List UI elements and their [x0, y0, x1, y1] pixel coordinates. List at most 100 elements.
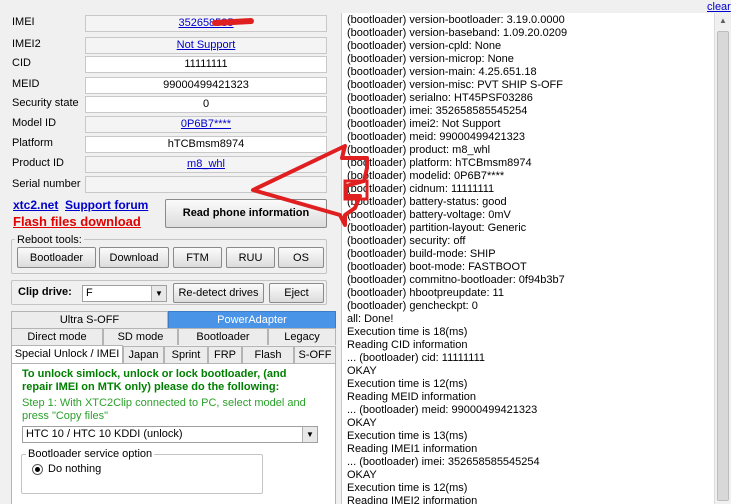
- log-line: Reading IMEI1 information: [347, 443, 478, 455]
- tab-legacy[interactable]: Legacy: [268, 328, 336, 345]
- log-line: (bootloader) build-mode: SHIP: [347, 248, 496, 260]
- cid-value: 11111111: [85, 56, 327, 73]
- tab-sprint[interactable]: Sprint: [164, 346, 208, 363]
- imei2-label: IMEI2: [12, 38, 41, 50]
- do-nothing-radio[interactable]: [32, 464, 43, 475]
- security-label: Security state: [12, 97, 79, 109]
- log-line: OKAY: [347, 365, 377, 377]
- special-unlock-panel: To unlock simlock, unlock or lock bootlo…: [11, 363, 336, 504]
- log-line: Execution time is 12(ms): [347, 482, 468, 494]
- clip-drive-value: F: [86, 287, 93, 299]
- scroll-up-arrow-icon[interactable]: ▲: [715, 13, 731, 29]
- log-scrollbar[interactable]: ▲: [714, 13, 731, 504]
- step1-text: Step 1: With XTC2Clip connected to PC, s…: [22, 397, 306, 422]
- reboot-ruu-button[interactable]: RUU: [226, 247, 275, 268]
- log-line: (bootloader) version-cpld: None: [347, 40, 502, 52]
- imei2-value[interactable]: Not Support: [85, 37, 327, 54]
- log-line: (bootloader) cidnum: 11111111: [347, 183, 495, 195]
- log-output[interactable]: (bootloader) version-bootloader: 3.19.0.…: [341, 13, 714, 504]
- forum-link[interactable]: Support forum: [65, 198, 148, 212]
- reboot-ftm-button[interactable]: FTM: [173, 247, 222, 268]
- imei-label: IMEI: [12, 16, 35, 28]
- log-line: (bootloader) version-misc: PVT SHIP S-OF…: [347, 79, 563, 91]
- redetect-drives-button[interactable]: Re-detect drives: [173, 283, 264, 303]
- site-link[interactable]: xtc2.net: [13, 198, 58, 212]
- log-line: OKAY: [347, 469, 377, 481]
- log-line: (bootloader) version-baseband: 1.09.20.0…: [347, 27, 568, 39]
- service-option-title: Bootloader service option: [26, 448, 155, 460]
- tab-frp[interactable]: FRP: [208, 346, 242, 363]
- log-line: Reading IMEI2 information: [347, 495, 478, 504]
- clip-drive-select[interactable]: F ▼: [82, 285, 167, 302]
- clear-link[interactable]: clear: [707, 1, 731, 13]
- log-line: ... (bootloader) meid: 99000499421323: [347, 404, 538, 416]
- log-line: Reading CID information: [347, 339, 468, 351]
- tab-direct-mode[interactable]: Direct mode: [11, 328, 103, 345]
- log-line: (bootloader) modelid: 0P6B7****: [347, 170, 505, 182]
- reboot-os-button[interactable]: OS: [278, 247, 324, 268]
- log-line: OKAY: [347, 417, 377, 429]
- log-line: ... (bootloader) imei: 352658585545254: [347, 456, 540, 468]
- log-line: (bootloader) battery-voltage: 0mV: [347, 209, 511, 221]
- log-line: (bootloader) boot-mode: FASTBOOT: [347, 261, 527, 273]
- reboot-bootloader-button[interactable]: Bootloader: [17, 247, 96, 268]
- log-line: Execution time is 13(ms): [347, 430, 468, 442]
- model-label: Model ID: [12, 117, 57, 129]
- log-line: (bootloader) version-microp: None: [347, 53, 514, 65]
- security-value: 0: [85, 96, 327, 113]
- tab-s-off[interactable]: S-OFF: [294, 346, 336, 363]
- product-value[interactable]: m8_whl: [85, 156, 327, 173]
- flash-files-link[interactable]: Flash files download: [13, 214, 141, 229]
- log-line: all: Done!: [347, 313, 394, 325]
- tab-special-unlock-imei[interactable]: Special Unlock / IMEI: [11, 345, 123, 364]
- log-line: (bootloader) security: off: [347, 235, 466, 247]
- log-line: (bootloader) version-main: 4.25.651.18: [347, 66, 537, 78]
- product-label: Product ID: [12, 157, 64, 169]
- tab-japan[interactable]: Japan: [123, 346, 164, 363]
- log-line: (bootloader) version-bootloader: 3.19.0.…: [347, 14, 565, 26]
- log-line: Execution time is 18(ms): [347, 326, 468, 338]
- reboot-download-button[interactable]: Download: [99, 247, 169, 268]
- log-line: (bootloader) gencheckpt: 0: [347, 300, 478, 312]
- clip-drive-label: Clip drive:: [18, 286, 72, 298]
- cid-label: CID: [12, 57, 31, 69]
- meid-value: 99000499421323: [85, 77, 327, 94]
- log-line: (bootloader) battery-status: good: [347, 196, 507, 208]
- log-lines: (bootloader) version-bootloader: 3.19.0.…: [342, 13, 714, 504]
- platform-value: hTCBmsm8974: [85, 136, 327, 153]
- platform-label: Platform: [12, 137, 53, 149]
- meid-label: MEID: [12, 78, 40, 90]
- radio-dot: [35, 467, 40, 472]
- instructions-text: To unlock simlock, unlock or lock bootlo…: [22, 368, 287, 393]
- tab-power-adapter[interactable]: PowerAdapter: [168, 311, 336, 328]
- imei-value[interactable]: 352658585: [85, 15, 327, 32]
- chevron-down-icon[interactable]: ▼: [302, 427, 317, 442]
- model-select-value: HTC 10 / HTC 10 KDDI (unlock): [26, 428, 183, 440]
- log-line: (bootloader) product: m8_whl: [347, 144, 491, 156]
- serial-value: [85, 176, 327, 193]
- log-line: Reading MEID information: [347, 391, 477, 403]
- tab-bootloader[interactable]: Bootloader: [178, 328, 268, 345]
- log-line: (bootloader) hbootpreupdate: 11: [347, 287, 504, 299]
- eject-button[interactable]: Eject: [269, 283, 324, 303]
- log-line: (bootloader) commitno-bootloader: 0f94b3…: [347, 274, 565, 286]
- log-line: (bootloader) meid: 99000499421323: [347, 131, 525, 143]
- log-line: (bootloader) platform: hTCBmsm8974: [347, 157, 532, 169]
- log-line: (bootloader) imei: 352658585545254: [347, 105, 528, 117]
- log-line: Execution time is 12(ms): [347, 378, 468, 390]
- read-phone-info-button[interactable]: Read phone information: [165, 199, 327, 228]
- log-line: (bootloader) imei2: Not Support: [347, 118, 501, 130]
- reboot-tools-title: Reboot tools:: [15, 234, 84, 246]
- tab-ultra-s-off[interactable]: Ultra S-OFF: [11, 311, 168, 328]
- tab-sd-mode[interactable]: SD mode: [103, 328, 178, 345]
- log-line: (bootloader) partition-layout: Generic: [347, 222, 527, 234]
- serial-label: Serial number: [12, 178, 81, 190]
- chevron-down-icon[interactable]: ▼: [151, 286, 166, 301]
- model-value[interactable]: 0P6B7****: [85, 116, 327, 133]
- log-line: ... (bootloader) cid: 11111111: [347, 352, 485, 364]
- model-select[interactable]: HTC 10 / HTC 10 KDDI (unlock) ▼: [22, 426, 318, 443]
- log-line: (bootloader) serialno: HT45PSF03286: [347, 92, 533, 104]
- tab-flash[interactable]: Flash: [242, 346, 294, 363]
- scroll-thumb[interactable]: [717, 31, 729, 501]
- do-nothing-label: Do nothing: [48, 463, 102, 475]
